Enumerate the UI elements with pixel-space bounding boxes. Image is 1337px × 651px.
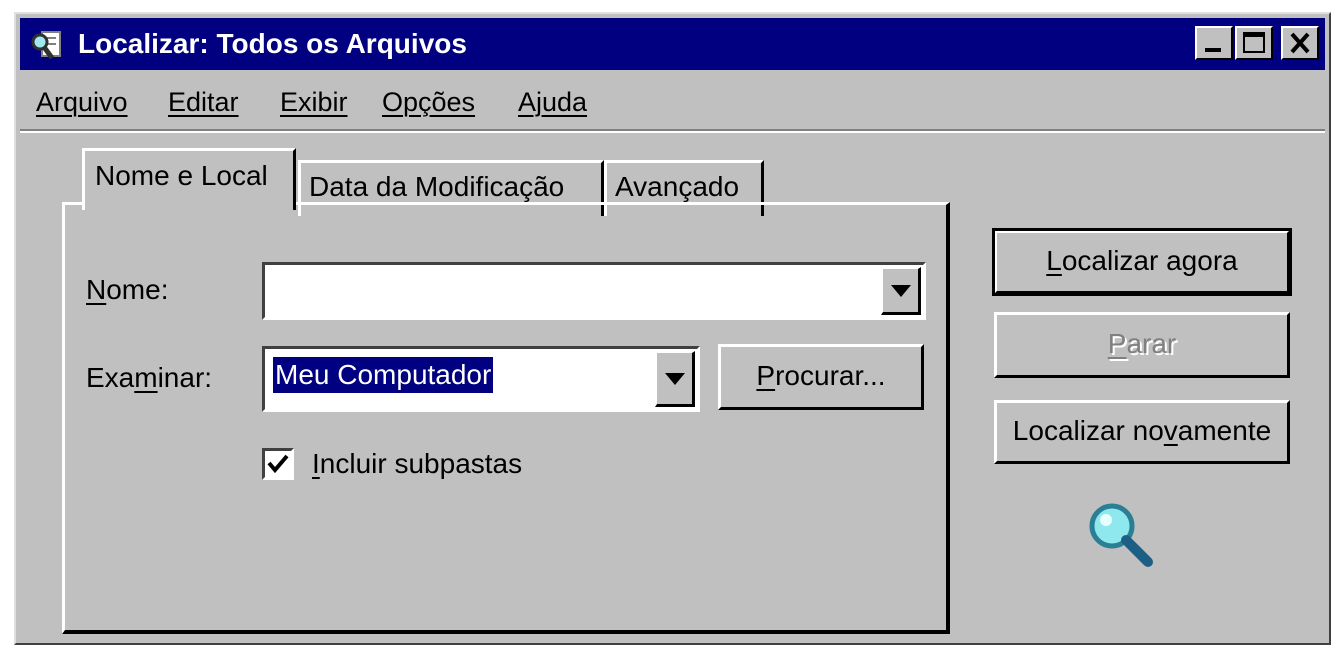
title-bar[interactable]: Localizar: Todos os Arquivos xyxy=(20,18,1325,70)
chevron-down-icon xyxy=(665,373,685,385)
menu-exibir[interactable]: Exibir xyxy=(280,84,348,120)
minimize-icon xyxy=(1205,48,1221,52)
menu-opcoes[interactable]: Opções xyxy=(382,84,475,120)
menu-ajuda[interactable]: Ajuda xyxy=(518,84,587,120)
minimize-button[interactable] xyxy=(1195,26,1233,60)
close-icon xyxy=(1290,32,1310,54)
find-now-button[interactable]: Localizar agora xyxy=(992,228,1292,296)
name-combobox[interactable] xyxy=(262,262,926,320)
maximize-icon xyxy=(1243,32,1265,53)
new-search-button[interactable]: Localizar novamente xyxy=(994,400,1290,464)
menu-separator xyxy=(20,129,1325,133)
browse-button[interactable]: Procurar... xyxy=(718,344,924,410)
name-dropdown-button[interactable] xyxy=(881,267,921,315)
include-subfolders-checkbox[interactable] xyxy=(262,448,294,480)
examine-dropdown-button[interactable] xyxy=(655,351,695,407)
include-subfolders-label[interactable]: Incluir subpastas xyxy=(312,446,522,482)
examine-label: Examinar: xyxy=(86,362,213,393)
stop-button[interactable]: Parar xyxy=(994,312,1290,378)
tab-nome-e-local[interactable]: Nome e Local xyxy=(82,148,296,210)
close-button[interactable] xyxy=(1281,26,1319,60)
examine-combobox[interactable]: Meu Computador xyxy=(262,346,700,412)
chevron-down-icon xyxy=(891,285,911,297)
examine-value[interactable]: Meu Computador xyxy=(273,357,494,393)
menu-editar[interactable]: Editar xyxy=(168,84,239,120)
window-title: Localizar: Todos os Arquivos xyxy=(78,28,467,59)
magnifier-icon xyxy=(1089,503,1153,567)
menu-arquivo[interactable]: Arquivo xyxy=(36,84,128,120)
find-window: Localizar: Todos os Arquivos Arquivo Edi… xyxy=(14,12,1331,645)
maximize-button[interactable] xyxy=(1235,26,1273,60)
checkmark-icon xyxy=(267,454,289,474)
name-label: Nome: xyxy=(86,274,169,305)
find-files-icon xyxy=(31,31,61,60)
